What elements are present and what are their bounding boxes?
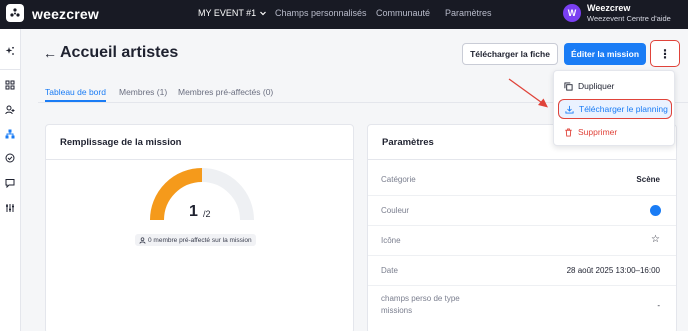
tab-members[interactable]: Membres (1): [119, 87, 167, 97]
filled-count: 1: [189, 203, 198, 220]
page-title: Accueil artistes: [60, 44, 179, 61]
check-circle-icon[interactable]: [3, 151, 17, 165]
nav-custom-fields[interactable]: Champs personnalisés: [275, 8, 367, 18]
menu-item-label: Télécharger le planning: [579, 104, 668, 114]
active-tab-indicator: [45, 100, 106, 102]
menu-item-download-planning[interactable]: Télécharger le planning: [558, 99, 672, 119]
event-selector[interactable]: MY EVENT #1: [198, 8, 267, 18]
more-options-menu: Dupliquer Télécharger le planning Suppri…: [553, 70, 675, 146]
tab-preassigned-members[interactable]: Membres pré-affectés (0): [178, 87, 273, 97]
color-swatch: [650, 205, 661, 216]
user-name[interactable]: Weezcrew: [587, 3, 630, 13]
sparkle-icon[interactable]: [3, 44, 17, 58]
param-row-date: Date 28 août 2025 13:00–16:00: [368, 255, 676, 285]
left-sidebar: [0, 29, 21, 331]
card-header-divider: [368, 159, 676, 160]
param-value: 28 août 2025 13:00–16:00: [566, 266, 660, 275]
sliders-icon[interactable]: [3, 201, 17, 215]
param-label: Catégorie: [381, 175, 416, 184]
nav-community[interactable]: Communauté: [376, 8, 430, 18]
annotation-arrow-icon: [508, 78, 548, 108]
param-label: Date: [381, 266, 398, 275]
app-logo-text[interactable]: weezcrew: [32, 6, 99, 22]
param-row-icon: Icône ☆: [368, 225, 676, 255]
parameters-title: Paramètres: [382, 137, 434, 148]
app-logo-icon[interactable]: [6, 4, 24, 22]
top-bar: weezcrew MY EVENT #1 Champs personnalisé…: [0, 0, 688, 29]
sidebar-divider: [0, 69, 21, 70]
total-count: /2: [203, 209, 211, 219]
chat-icon[interactable]: [3, 176, 17, 190]
user-icon: [139, 236, 146, 244]
more-options-button[interactable]: ⋮: [650, 40, 680, 67]
param-label: champs perso de type missions: [381, 294, 460, 315]
menu-item-delete[interactable]: Supprimer: [558, 122, 672, 142]
star-icon: ☆: [651, 234, 660, 245]
param-value: -: [657, 301, 660, 310]
edit-mission-button[interactable]: Éditer la mission: [564, 43, 646, 65]
param-row-color: Couleur: [368, 195, 676, 225]
copy-icon: [564, 81, 573, 91]
mission-fill-title: Remplissage de la mission: [60, 137, 182, 148]
preassigned-chip: 0 membre pré-affecté sur la mission: [135, 234, 256, 246]
back-arrow-icon[interactable]: ←: [43, 45, 57, 61]
menu-item-label: Dupliquer: [578, 81, 615, 91]
hierarchy-icon[interactable]: [3, 127, 17, 141]
chevron-down-icon: [260, 11, 267, 16]
nav-settings[interactable]: Paramètres: [445, 8, 492, 18]
grid-icon[interactable]: [3, 78, 17, 92]
event-selector-label: MY EVENT #1: [198, 8, 257, 18]
param-row-category: Catégorie Scène: [368, 165, 676, 195]
fill-gauge: [150, 168, 254, 221]
avatar[interactable]: W: [563, 4, 581, 22]
download-sheet-button[interactable]: Télécharger la fiche: [462, 43, 558, 65]
param-row-custom-fields: champs perso de type missions -: [368, 285, 676, 325]
user-add-icon[interactable]: [3, 103, 17, 117]
param-label: Couleur: [381, 206, 410, 215]
preassigned-note: 0 membre pré-affecté sur la mission: [148, 236, 252, 244]
tab-dashboard[interactable]: Tableau de bord: [45, 87, 106, 97]
menu-item-label: Supprimer: [578, 127, 618, 137]
trash-icon: [565, 127, 572, 137]
param-value: Scène: [636, 175, 660, 184]
menu-item-duplicate[interactable]: Dupliquer: [558, 76, 672, 96]
download-icon: [565, 105, 574, 114]
user-organization[interactable]: Weezevent Centre d'aide: [587, 14, 671, 23]
mission-fill-card: Remplissage de la mission 1 /2 0 membre …: [45, 124, 354, 331]
parameters-card: Paramètres Catégorie Scène Couleur Icône…: [367, 124, 677, 331]
param-label: Icône: [381, 236, 401, 245]
